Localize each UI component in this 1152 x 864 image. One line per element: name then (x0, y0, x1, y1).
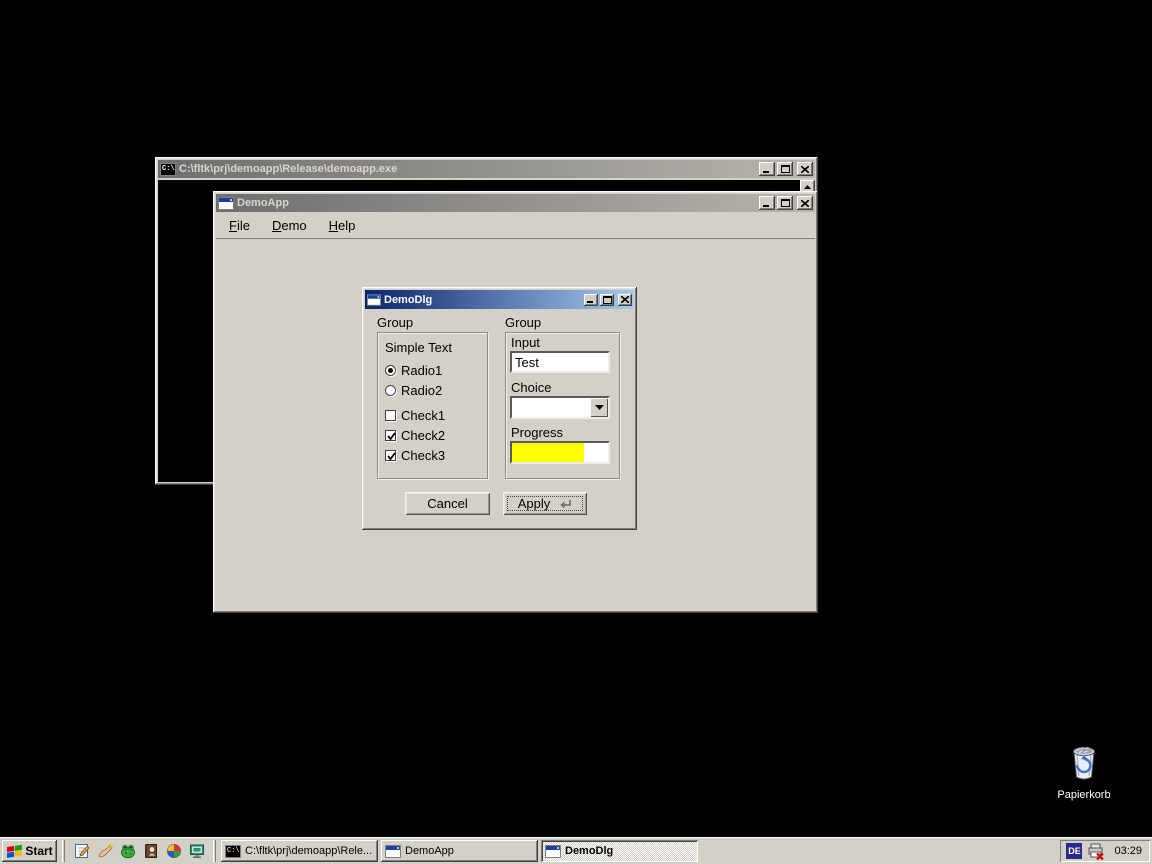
choice-dropdown[interactable] (510, 396, 610, 419)
apply-button[interactable]: Apply (503, 492, 587, 515)
menu-help[interactable]: Help (324, 216, 361, 235)
checkbox-icon[interactable] (385, 450, 396, 461)
scroll-up-arrow-icon (804, 185, 811, 189)
close-button[interactable] (618, 294, 632, 306)
frog-icon (120, 843, 136, 859)
chevron-down-icon (595, 405, 604, 410)
maximize-button[interactable] (600, 294, 614, 306)
right-groupbox: Input Choice Progress (505, 332, 620, 479)
console-icon: C:\ (225, 845, 241, 858)
checkbox-check2[interactable]: Check2 (385, 428, 445, 443)
input-field[interactable] (510, 351, 610, 373)
minimize-icon (587, 296, 595, 303)
close-button[interactable] (797, 196, 813, 210)
cancel-button[interactable]: Cancel (405, 492, 490, 515)
taskbar-button-demodlg[interactable]: DemoDlg (541, 840, 698, 862)
left-groupbox: Simple Text Radio1 Radio2 Check1 Check2 (377, 332, 488, 479)
quicklaunch-button-2[interactable] (93, 840, 116, 862)
menu-demo[interactable]: Demo (267, 216, 312, 235)
checkbox-icon[interactable] (385, 430, 396, 441)
maximize-button[interactable] (777, 162, 793, 176)
enter-key-icon (558, 499, 572, 509)
input-label: Input (511, 335, 540, 350)
maximize-icon (603, 296, 612, 304)
close-icon (801, 200, 809, 207)
window-icon (367, 294, 381, 306)
checkbox-check3[interactable]: Check3 (385, 448, 445, 463)
close-icon (801, 166, 809, 173)
tray-clock[interactable]: 03:29 (1110, 845, 1142, 857)
close-button[interactable] (797, 162, 813, 176)
quicklaunch-button-3[interactable] (116, 840, 139, 862)
minimize-button[interactable] (759, 196, 775, 210)
radio-option-radio1[interactable]: Radio1 (385, 363, 442, 378)
window-icon (385, 845, 401, 858)
left-group-label: Group (377, 315, 413, 330)
recycle-bin-label: Papierkorb (1045, 789, 1123, 801)
window-icon (218, 197, 234, 210)
hand-pen-icon (97, 843, 113, 859)
choice-arrow-button[interactable] (590, 398, 608, 417)
progress-fill (512, 443, 584, 462)
radio-option-radio2[interactable]: Radio2 (385, 383, 442, 398)
checkbox-check1[interactable]: Check1 (385, 408, 445, 423)
progress-label: Progress (511, 425, 563, 440)
remote-desktop-icon (189, 843, 205, 859)
taskbar-divider[interactable] (213, 840, 216, 862)
start-label: Start (25, 844, 52, 858)
recycle-bin-icon (1066, 742, 1102, 782)
recycle-bin[interactable]: Papierkorb (1045, 742, 1123, 801)
windows-logo-icon (6, 844, 23, 859)
minimize-button[interactable] (584, 294, 598, 306)
dialog-title: DemoDlg (384, 294, 584, 306)
printer-error-icon[interactable] (1087, 843, 1105, 860)
minimize-icon (763, 200, 771, 207)
taskbar-button-console[interactable]: C:\ C:\fltk\prj\demoapp\Rele... (221, 840, 378, 862)
address-book-icon (143, 843, 159, 859)
choice-label: Choice (511, 380, 551, 395)
start-button[interactable]: Start (2, 840, 57, 862)
simple-text-label: Simple Text (385, 340, 452, 355)
minimize-icon (763, 166, 771, 173)
taskbar: Start (0, 837, 1152, 864)
dialog-titlebar[interactable]: DemoDlg (365, 290, 634, 309)
console-title: C:\fltk\prj\demoapp\Release\demoapp.exe (179, 163, 759, 175)
keyboard-layout-indicator[interactable]: DE (1066, 843, 1082, 859)
radio-icon[interactable] (385, 385, 396, 396)
maximize-button[interactable] (777, 196, 793, 210)
console-titlebar[interactable]: C:\ C:\fltk\prj\demoapp\Release\demoapp.… (158, 160, 815, 178)
right-group-label: Group (505, 315, 541, 330)
app-titlebar[interactable]: DemoApp (216, 194, 815, 212)
window-icon (545, 845, 561, 858)
quicklaunch-button-5[interactable] (162, 840, 185, 862)
taskbar-button-demoapp[interactable]: DemoApp (381, 840, 538, 862)
console-icon: C:\ (160, 163, 176, 176)
media-player-icon (166, 843, 182, 859)
app-title: DemoApp (237, 197, 759, 209)
progress-bar (510, 441, 610, 464)
menu-file[interactable]: File (224, 216, 255, 235)
maximize-icon (781, 199, 790, 207)
quick-launch-bar (70, 840, 208, 862)
notes-icon (74, 843, 90, 859)
system-tray: DE 03:29 (1060, 840, 1150, 862)
close-icon (621, 296, 629, 303)
minimize-button[interactable] (759, 162, 775, 176)
demo-dialog: DemoDlg Group Simple Text Radio1 Radio (362, 287, 637, 530)
maximize-icon (781, 165, 790, 173)
checkbox-icon[interactable] (385, 410, 396, 421)
quicklaunch-button-6[interactable] (185, 840, 208, 862)
quicklaunch-button-4[interactable] (139, 840, 162, 862)
quicklaunch-button-1[interactable] (70, 840, 93, 862)
taskbar-divider[interactable] (62, 840, 65, 862)
radio-icon[interactable] (385, 365, 396, 376)
app-menubar: File Demo Help (216, 213, 815, 239)
